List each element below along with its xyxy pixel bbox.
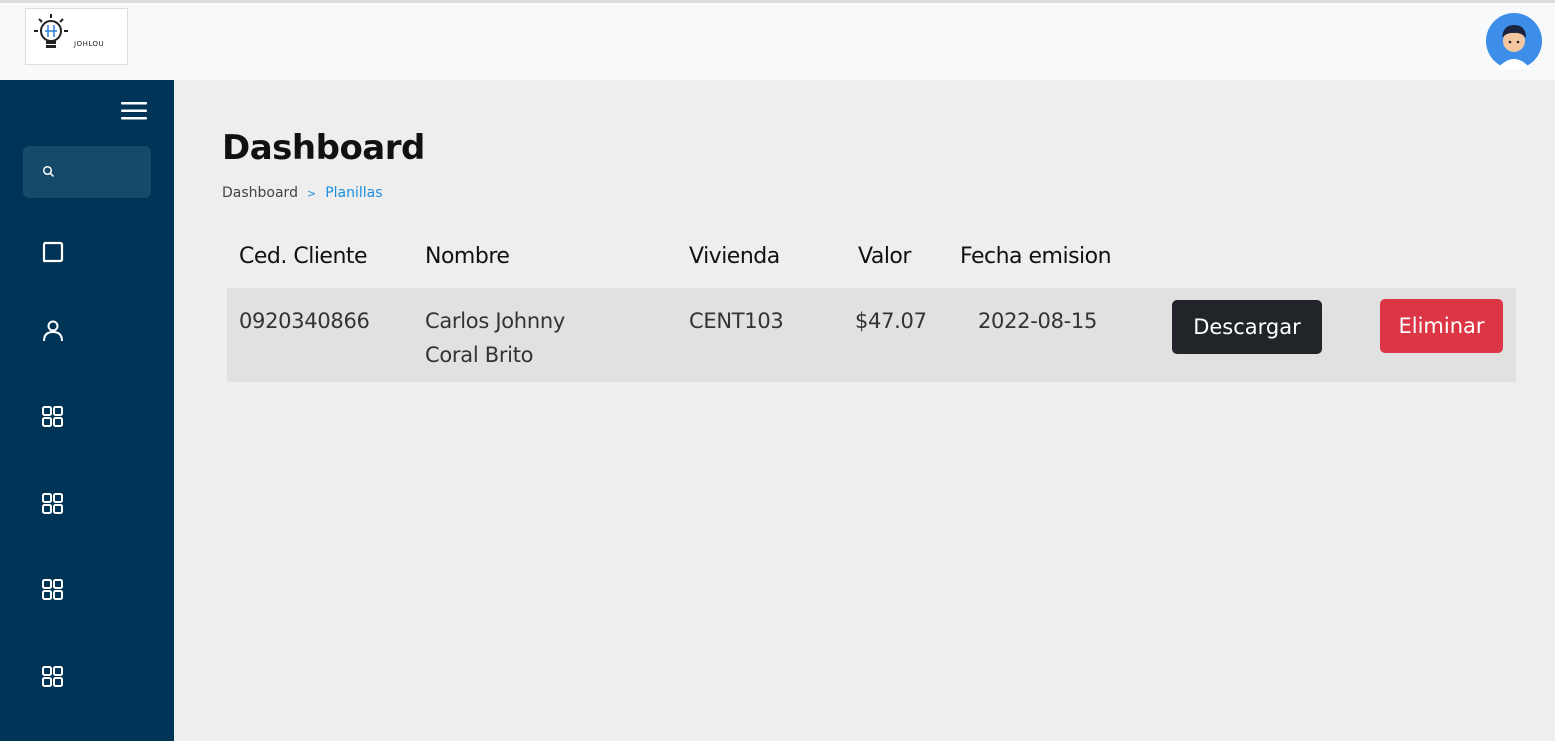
grid-icon[interactable] [40, 404, 66, 430]
delete-button[interactable]: Eliminar [1380, 299, 1503, 353]
column-header-fecha: Fecha emision [960, 244, 1112, 269]
breadcrumb: Dashboard > Planillas [222, 185, 383, 201]
cell-valor: $47.07 [855, 309, 927, 333]
hamburger-icon[interactable] [121, 101, 147, 121]
grid-icon[interactable] [40, 491, 66, 517]
top-navbar [0, 0, 1555, 80]
user-icon[interactable] [40, 318, 66, 344]
page-title: Dashboard [222, 128, 425, 168]
breadcrumb-current[interactable]: Planillas [325, 185, 382, 201]
logo-text: JOHLOU [74, 40, 105, 48]
user-avatar-icon [1486, 13, 1542, 69]
cell-nombre-line1: Carlos Johnny [425, 309, 565, 333]
grid-icon[interactable] [40, 664, 66, 690]
column-header-vivienda: Vivienda [689, 244, 780, 269]
breadcrumb-separator: > [306, 186, 317, 200]
lightbulb-icon [34, 14, 68, 48]
message-square-icon[interactable] [40, 239, 66, 265]
search-icon [42, 165, 55, 178]
logo[interactable]: JOHLOU [25, 8, 128, 65]
cell-ced: 0920340866 [239, 309, 370, 333]
column-header-nombre: Nombre [425, 244, 510, 269]
download-button[interactable]: Descargar [1172, 300, 1322, 354]
column-header-ced: Ced. Cliente [239, 244, 368, 269]
cell-nombre-line2: Coral Brito [425, 343, 534, 367]
cell-fecha: 2022-08-15 [978, 309, 1098, 333]
cell-nombre: Carlos Johnny Coral Brito [425, 304, 565, 372]
user-avatar[interactable] [1483, 13, 1545, 69]
grid-icon[interactable] [40, 577, 66, 603]
breadcrumb-home[interactable]: Dashboard [222, 185, 298, 201]
column-header-valor: Valor [858, 244, 911, 269]
cell-vivienda: CENT103 [689, 309, 784, 333]
